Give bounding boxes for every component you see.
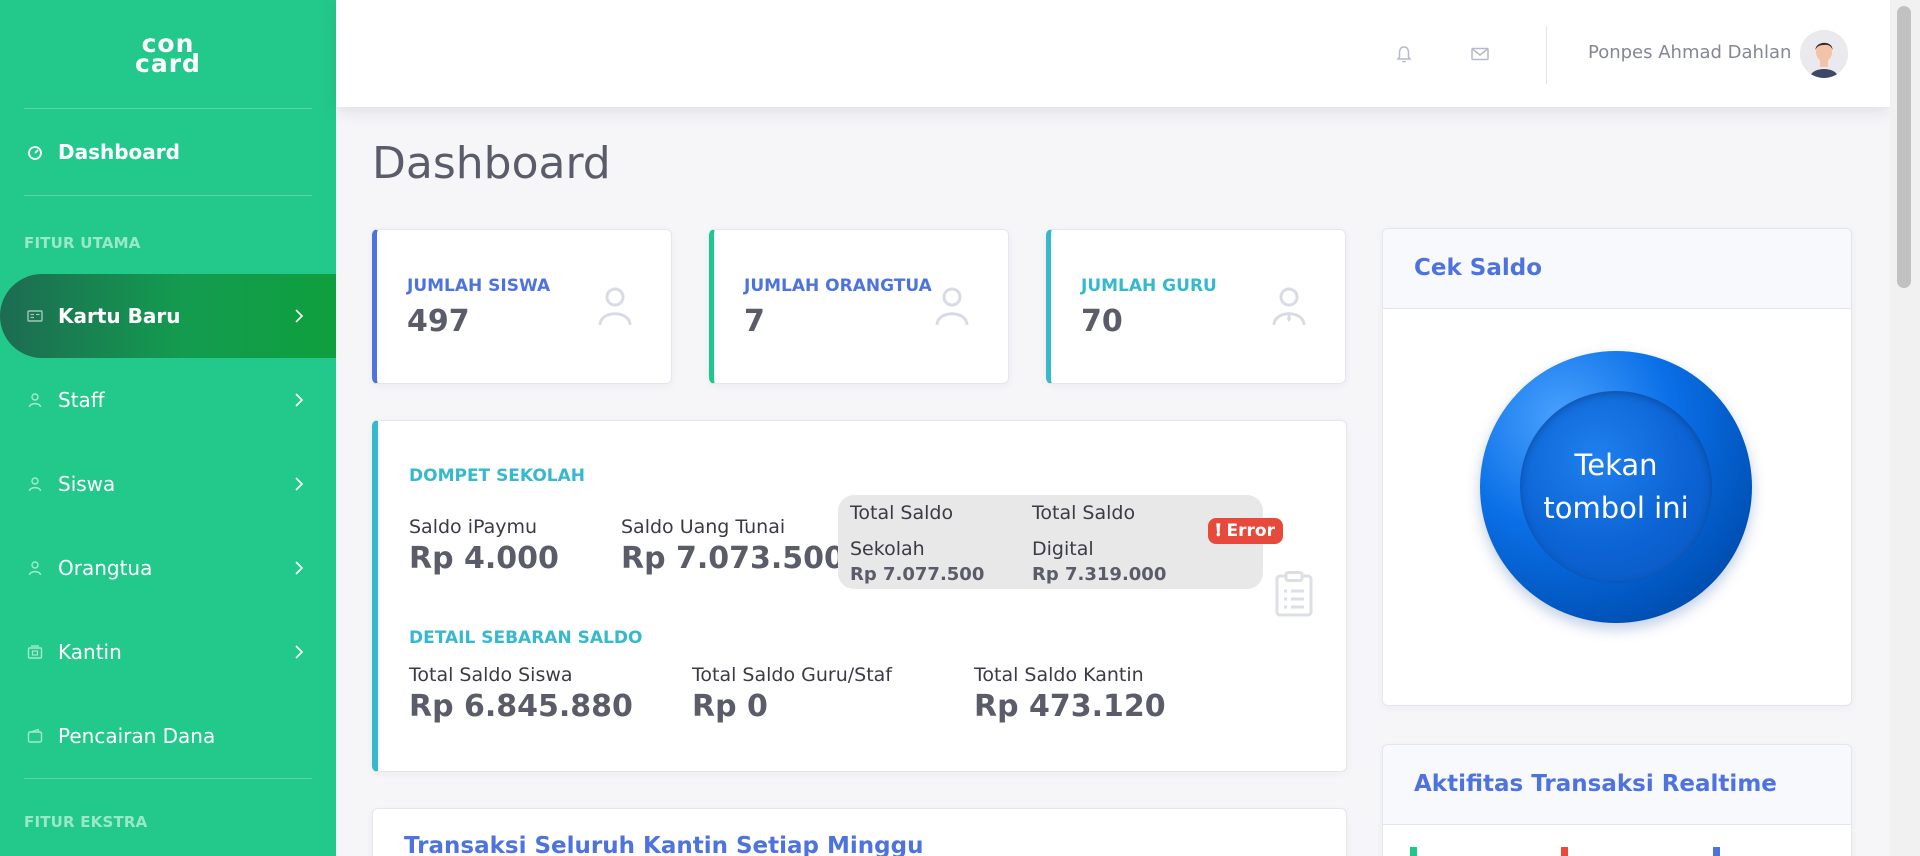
sidebar-item-label: Siswa xyxy=(58,472,116,496)
stat-label: JUMLAH GURU xyxy=(1081,276,1217,296)
sidebar-item-kartu-baru[interactable]: Kartu Baru xyxy=(0,274,336,358)
bell-icon[interactable] xyxy=(1394,44,1414,64)
sidebar-item-label: Pencairan Dana xyxy=(58,724,216,748)
user-icon xyxy=(26,391,44,409)
ipaymu-label: Saldo iPaymu xyxy=(409,516,538,538)
stat-value: 70 xyxy=(1081,304,1123,339)
total-digital-value: Rp 7.319.000 xyxy=(1032,564,1167,585)
check-balance-button-face[interactable]: Tekan tombol ini xyxy=(1520,391,1712,583)
topbar-divider xyxy=(1546,26,1547,84)
sidebar-item-orangtua[interactable]: Orangtua xyxy=(0,526,336,610)
cek-saldo-title: Cek Saldo xyxy=(1414,255,1543,281)
chevron-right-icon xyxy=(295,561,304,575)
clipboard-icon xyxy=(1275,571,1313,617)
exclamation-icon: ❗︎ xyxy=(1216,521,1221,541)
user-icon xyxy=(26,475,44,493)
transaksi-title: Transaksi Seluruh Kantin Setiap Minggu xyxy=(404,833,924,856)
card-header: Aktifitas Transaksi Realtime xyxy=(1383,745,1851,825)
sidebar-heading-extra: FITUR EKSTRA xyxy=(24,813,148,831)
saldo-kantin-label: Total Saldo Kantin xyxy=(974,664,1144,686)
realtime-activity-card: Aktifitas Transaksi Realtime xyxy=(1382,744,1852,856)
tunai-value: Rp 7.073.500 xyxy=(621,541,845,576)
wallet-icon xyxy=(26,727,44,745)
legend-swatch-green xyxy=(1410,847,1417,856)
stat-card-orangtua: JUMLAH ORANGTUA 7 xyxy=(709,229,1009,384)
legend-swatch-red xyxy=(1561,847,1568,856)
stat-card-siswa: JUMLAH SISWA 497 xyxy=(372,229,672,384)
sidebar-item-label: Kartu Baru xyxy=(58,304,181,328)
user-icon xyxy=(598,287,632,326)
check-balance-button[interactable]: Tekan tombol ini xyxy=(1480,351,1752,623)
chevron-right-icon xyxy=(295,645,304,659)
sidebar-item-siswa[interactable]: Siswa xyxy=(0,442,336,526)
user-name[interactable]: Ponpes Ahmad Dahlan xyxy=(1588,42,1791,63)
topbar: Ponpes Ahmad Dahlan xyxy=(336,0,1890,107)
saldo-siswa-value: Rp 6.845.880 xyxy=(409,689,633,724)
user-icon xyxy=(26,559,44,577)
sidebar-item-staff[interactable]: Staff xyxy=(0,358,336,442)
wallet-card: DOMPET SEKOLAH Saldo iPaymu Rp 4.000 Sal… xyxy=(372,420,1347,772)
chevron-right-icon xyxy=(295,477,304,491)
sidebar-item-pencairan-dana[interactable]: Pencairan Dana xyxy=(0,694,336,778)
saldo-guru-value: Rp 0 xyxy=(692,689,768,724)
cek-saldo-card: Cek Saldo Tekan tombol ini xyxy=(1382,228,1852,706)
envelope-icon[interactable] xyxy=(1470,44,1490,64)
sidebar-item-kantin[interactable]: Kantin xyxy=(0,610,336,694)
wallet-title: DOMPET SEKOLAH xyxy=(409,466,586,486)
saldo-guru-label: Total Saldo Guru/Staf xyxy=(692,664,892,686)
sidebar-item-dashboard[interactable]: Dashboard xyxy=(0,109,336,195)
total-sekolah-label-2: Sekolah xyxy=(850,538,925,560)
id-card-icon xyxy=(26,307,44,325)
gauge-icon xyxy=(26,143,44,161)
chevron-right-icon xyxy=(295,309,304,323)
user-tie-icon xyxy=(1272,287,1306,326)
detail-title: DETAIL SEBARAN SALDO xyxy=(409,628,643,648)
aktifitas-title: Aktifitas Transaksi Realtime xyxy=(1414,771,1777,797)
scrollbar[interactable] xyxy=(1890,0,1920,856)
chevron-right-icon xyxy=(295,393,304,407)
sidebar-heading-main: FITUR UTAMA xyxy=(24,234,141,252)
user-icon xyxy=(935,287,969,326)
avatar[interactable] xyxy=(1800,30,1848,78)
scrollbar-thumb[interactable] xyxy=(1897,6,1911,288)
stat-label: JUMLAH SISWA xyxy=(407,276,551,296)
error-badge: ❗︎ Error xyxy=(1208,518,1283,544)
stat-value: 7 xyxy=(744,304,765,339)
total-sekolah-value: Rp 7.077.500 xyxy=(850,564,985,585)
sidebar-item-label: Orangtua xyxy=(58,556,153,580)
saldo-kantin-value: Rp 473.120 xyxy=(974,689,1166,724)
weekly-transaction-card: Transaksi Seluruh Kantin Setiap Minggu xyxy=(372,808,1347,856)
sidebar-item-label: Kantin xyxy=(58,640,122,664)
stat-card-guru: JUMLAH GURU 70 xyxy=(1046,229,1346,384)
tunai-label: Saldo Uang Tunai xyxy=(621,516,786,538)
saldo-siswa-label: Total Saldo Siswa xyxy=(409,664,573,686)
total-digital-label-2: Digital xyxy=(1032,538,1094,560)
stat-value: 497 xyxy=(407,304,470,339)
stat-label: JUMLAH ORANGTUA xyxy=(744,276,932,296)
card-header: Cek Saldo xyxy=(1383,229,1851,309)
total-digital-label: Total Saldo xyxy=(1032,502,1136,524)
shop-icon xyxy=(26,643,44,661)
ipaymu-value: Rp 4.000 xyxy=(409,541,559,576)
sidebar-item-label: Staff xyxy=(58,388,105,412)
sidebar: con card Dashboard FITUR UTAMA Kartu Bar… xyxy=(0,0,336,856)
brand-logo[interactable]: con card xyxy=(0,0,336,108)
total-sekolah-label: Total Saldo xyxy=(850,502,954,524)
check-balance-button-label: Tekan tombol ini xyxy=(1543,448,1689,525)
totals-summary: Total Saldo Sekolah Rp 7.077.500 Total S… xyxy=(838,495,1263,589)
page-title: Dashboard xyxy=(372,138,611,189)
legend-swatch-blue xyxy=(1713,847,1720,856)
sidebar-item-label: Dashboard xyxy=(58,140,180,164)
logo-text: con card xyxy=(135,29,201,78)
